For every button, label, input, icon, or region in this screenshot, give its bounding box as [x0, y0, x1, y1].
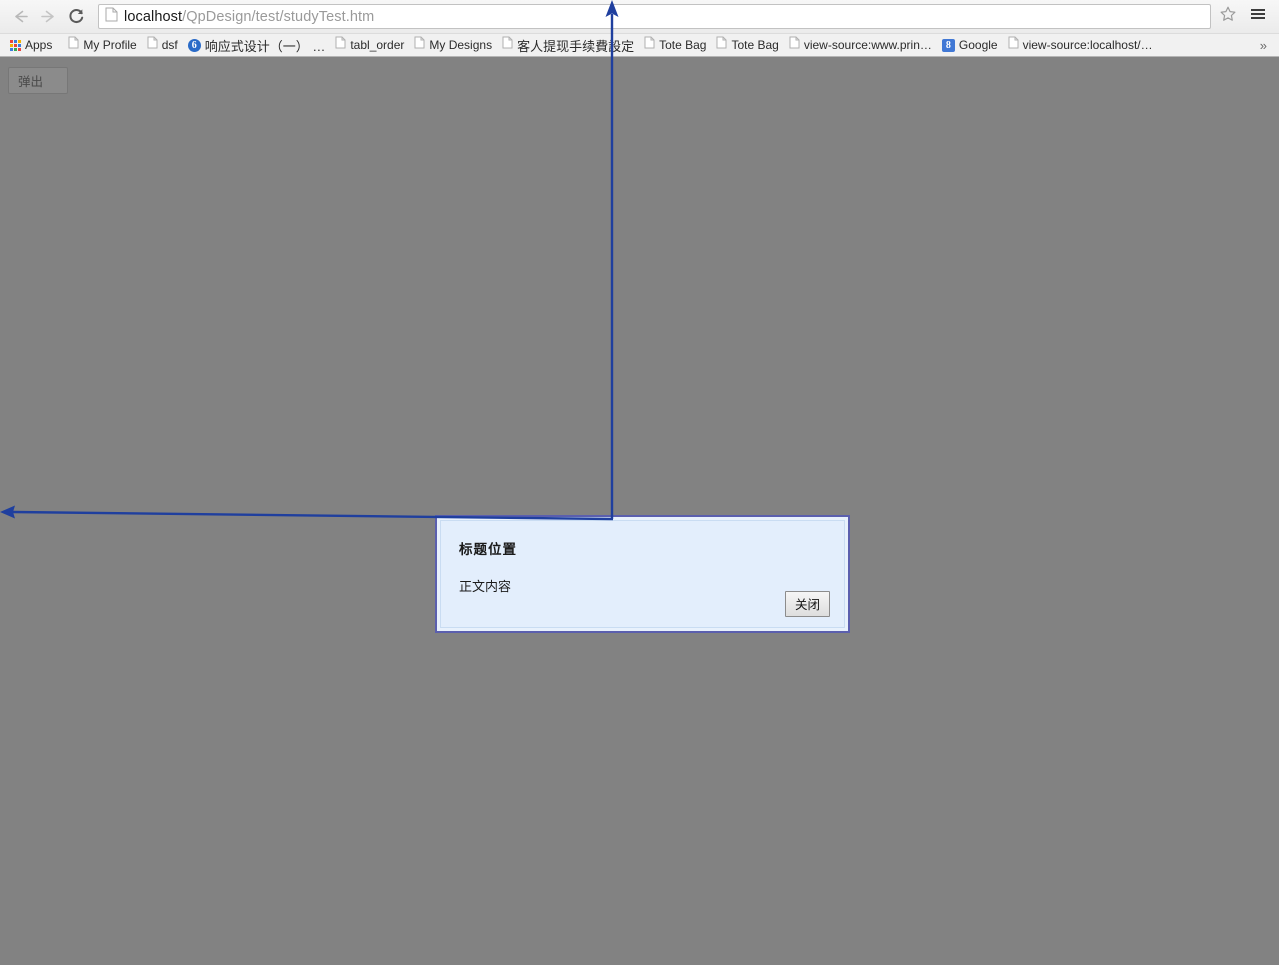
- bookmark-label: dsf: [161, 38, 178, 52]
- page-viewport: 弹出 标题位置 正文内容 关闭: [0, 58, 1279, 965]
- bookmark-star-button[interactable]: [1215, 4, 1241, 30]
- bookmark-label: 客人提现手续費設定: [517, 38, 635, 54]
- bookmark-item[interactable]: 6 响应式设计（一） …: [183, 36, 331, 55]
- bookmark-label: tabl_order: [350, 38, 405, 52]
- hamburger-menu-icon: [1250, 7, 1266, 26]
- bookmark-apps[interactable]: Apps: [5, 36, 57, 55]
- modal-dialog-inner: 标题位置 正文内容 关闭: [440, 520, 845, 628]
- bookmark-label: My Designs: [429, 38, 493, 52]
- dialog-title: 标题位置: [459, 542, 517, 557]
- bookmark-label: view-source:localhost/…: [1022, 38, 1153, 52]
- url-path: /QpDesign/test/studyTest.htm: [182, 8, 375, 25]
- bookmark-item[interactable]: view-source:localhost/…: [1003, 36, 1158, 55]
- bookmark-star-icon: [1219, 5, 1237, 28]
- back-button[interactable]: [6, 3, 34, 31]
- dialog-close-button[interactable]: 关闭: [784, 591, 830, 617]
- bookmark-label: 响应式设计（一） …: [204, 38, 326, 54]
- bookmark-label: Tote Bag: [659, 38, 707, 52]
- bookmark-label: view-source:www.prin…: [803, 38, 932, 52]
- page-document-icon: [502, 36, 513, 54]
- popup-trigger-button[interactable]: 弹出: [8, 67, 68, 94]
- chrome-menu-button[interactable]: [1245, 4, 1271, 30]
- bookmark-apps-label: Apps: [25, 38, 53, 52]
- page-document-icon: [644, 36, 655, 54]
- bookmark-label: Tote Bag: [731, 38, 779, 52]
- page-document-icon: [414, 36, 425, 54]
- page-document-icon: [147, 36, 158, 54]
- bookmark-item[interactable]: My Profile: [63, 36, 141, 55]
- bookmark-item[interactable]: 客人提现手续費設定: [497, 36, 639, 55]
- reload-button[interactable]: [62, 3, 90, 31]
- page-document-icon: [68, 36, 79, 54]
- dialog-body-text: 正文内容: [459, 579, 512, 594]
- bookmark-item[interactable]: 8 Google: [937, 36, 1003, 55]
- bookmarks-overflow-button[interactable]: »: [1256, 38, 1275, 53]
- bookmark-item[interactable]: My Designs: [409, 36, 497, 55]
- browser-chrome: localhost/QpDesign/test/studyTest.htm Ap…: [0, 0, 1279, 57]
- bookmark-label: My Profile: [83, 38, 137, 52]
- bookmark-label: Google: [958, 38, 998, 52]
- bookmark-item[interactable]: Tote Bag: [639, 36, 711, 55]
- page-document-icon: [1008, 36, 1019, 54]
- url-host: localhost: [124, 8, 183, 25]
- apps-grid-icon: [10, 39, 21, 51]
- address-bar[interactable]: localhost/QpDesign/test/studyTest.htm: [98, 4, 1211, 29]
- blue-circle-favicon: 6: [187, 38, 201, 52]
- google-favicon: 8: [941, 38, 955, 52]
- page-document-icon: [335, 36, 346, 54]
- page-document-icon: [105, 7, 118, 27]
- bookmark-item[interactable]: dsf: [142, 36, 183, 55]
- page-document-icon: [789, 36, 800, 54]
- bookmark-item[interactable]: Tote Bag: [711, 36, 783, 55]
- modal-dialog: 标题位置 正文内容 关闭: [435, 515, 850, 633]
- bookmark-item[interactable]: tabl_order: [330, 36, 409, 55]
- page-document-icon: [716, 36, 727, 54]
- address-bar-url: localhost/QpDesign/test/studyTest.htm: [124, 9, 374, 25]
- reload-icon: [67, 7, 86, 26]
- forward-arrow-icon: [39, 7, 58, 26]
- back-arrow-icon: [11, 7, 30, 26]
- bookmarks-bar: Apps My Profile dsf 6 响应式设计（一） … tabl_or…: [0, 33, 1279, 56]
- bookmark-item[interactable]: view-source:www.prin…: [784, 36, 937, 55]
- forward-button[interactable]: [34, 3, 62, 31]
- browser-toolbar: localhost/QpDesign/test/studyTest.htm: [0, 0, 1279, 33]
